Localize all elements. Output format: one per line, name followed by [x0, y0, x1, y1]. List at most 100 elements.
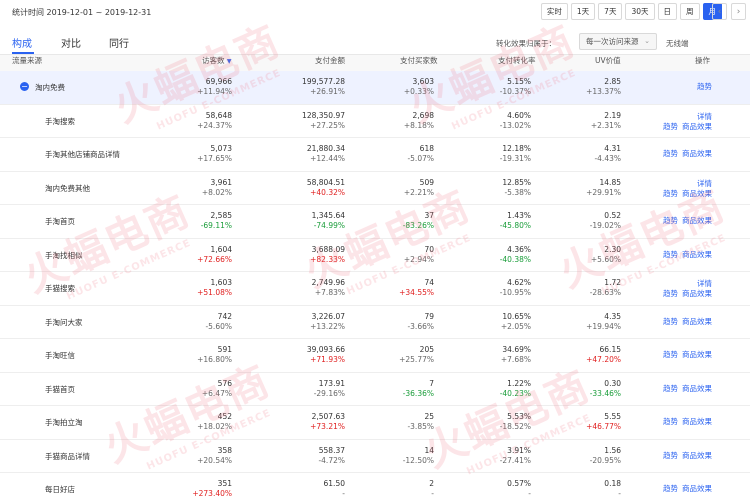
header-uv-value[interactable]: UV价值	[595, 55, 621, 66]
buyers-value: 205	[419, 345, 434, 354]
range-button-day[interactable]: 日	[657, 3, 677, 20]
product-effect-link[interactable]: 商品效果	[682, 484, 712, 494]
trend-link[interactable]: 趋势	[663, 350, 678, 360]
uv-value-cell: 2.30 +5.60%	[591, 245, 621, 265]
stat-time-label: 统计时间 2019-12-01 ~ 2019-12-31	[12, 8, 152, 17]
product-effect-link[interactable]: 商品效果	[682, 417, 712, 427]
amount-cell: 2,749.96 +7.83%	[312, 278, 345, 298]
amount-change: +7.83%	[314, 288, 345, 297]
trend-link[interactable]: 趋势	[663, 122, 678, 132]
source-name: 手猫搜索	[45, 284, 75, 293]
range-button-realtime[interactable]: 实时	[540, 3, 568, 20]
visitors-change: +16.80%	[197, 355, 232, 364]
conversion-change: -19.31%	[499, 154, 531, 163]
wireless-label[interactable]: 无线端	[666, 38, 689, 49]
trend-link[interactable]: 趋势	[663, 289, 678, 299]
conversion-value: 4.36%	[507, 244, 531, 254]
conversion-cell: 4.60% -13.02%	[500, 111, 531, 131]
tab-peers[interactable]: 同行	[109, 35, 129, 50]
table-row: 手猫首页 576 +6.47% 173.91 -29.16% 7 -36.36% 1.22% -…	[0, 373, 750, 406]
uv-value-cell: 2.19 +2.31%	[591, 111, 621, 131]
buyers-value: 618	[419, 144, 434, 153]
uv-value-change: -33.46%	[589, 388, 621, 398]
detail-link[interactable]: 详情	[697, 279, 712, 289]
range-button-30days[interactable]: 30天	[625, 3, 655, 20]
trend-link[interactable]: 趋势	[663, 216, 678, 226]
trend-link[interactable]: 趋势	[663, 417, 678, 427]
detail-link[interactable]: 详情	[697, 179, 712, 189]
visitors-value: 351	[217, 479, 232, 488]
product-effect-link[interactable]: 商品效果	[682, 216, 712, 226]
header-amount[interactable]: 支付金额	[315, 55, 345, 66]
chevron-down-icon: ⌄	[644, 37, 650, 45]
header-visitors[interactable]: 访客数 ▼	[202, 55, 232, 66]
amount-change: +26.91%	[310, 87, 345, 96]
product-effect-link[interactable]: 商品效果	[682, 189, 712, 199]
product-effect-link[interactable]: 商品效果	[682, 149, 712, 159]
range-button-week[interactable]: 周	[680, 3, 700, 20]
conversion-cell: 34.69% +7.68%	[501, 345, 531, 365]
amount-cell: 199,577.28 +26.91%	[302, 77, 345, 97]
range-button-1day[interactable]: 1天	[570, 3, 596, 20]
visitors-cell: 742 -5.60%	[205, 312, 232, 332]
uv-value-cell: 14.85 +29.91%	[586, 178, 621, 198]
chevron-left-icon[interactable]: ‹	[712, 3, 727, 20]
tab-bar: 构成 对比 同行 转化效果归属于： 每一次访问来源 ⌄ 无线端	[0, 30, 750, 54]
conversion-cell: 1.22% -40.23%	[500, 379, 531, 399]
header-buyers[interactable]: 支付买家数	[400, 55, 438, 66]
tab-composition[interactable]: 构成	[12, 35, 32, 50]
trend-link[interactable]: 趋势	[663, 250, 678, 260]
trend-link[interactable]: 趋势	[663, 384, 678, 394]
product-effect-link[interactable]: 商品效果	[682, 451, 712, 461]
table-row: 淘内免费其他 3,961 +8.02% 58,804.51 +40.32% 509 +2.2…	[0, 172, 750, 205]
conversion-value: 5.53%	[507, 412, 531, 421]
table-row: 手淘搜索 58,648 +24.37% 128,350.97 +27.25% 2,698 +…	[0, 105, 750, 138]
buyers-value: 74	[424, 278, 434, 287]
visitors-cell: 351 +273.40%	[192, 479, 232, 499]
row-actions: 详情趋势 商品效果	[652, 179, 712, 199]
product-effect-link[interactable]: 商品效果	[682, 122, 712, 132]
action-line: 趋势 商品效果	[659, 189, 712, 199]
trend-link[interactable]: 趋势	[663, 484, 678, 494]
product-effect-link[interactable]: 商品效果	[682, 350, 712, 360]
detail-link[interactable]: 详情	[697, 112, 712, 122]
row-actions: 趋势 商品效果	[652, 149, 712, 159]
buyers-change: -3.66%	[407, 321, 434, 331]
buyers-cell: 37 -83.26%	[403, 211, 434, 231]
header-conversion[interactable]: 支付转化率	[498, 55, 536, 66]
conversion-value: 5.15%	[507, 77, 531, 86]
trend-link[interactable]: 趋势	[663, 451, 678, 461]
action-line: 趋势 商品效果	[659, 149, 712, 159]
trend-link[interactable]: 趋势	[697, 82, 712, 92]
visitors-cell: 576 +6.47%	[202, 379, 232, 399]
buyers-cell: 79 -3.66%	[407, 312, 434, 332]
product-effect-link[interactable]: 商品效果	[682, 384, 712, 394]
product-effect-link[interactable]: 商品效果	[682, 289, 712, 299]
visitors-value: 452	[217, 412, 232, 421]
product-effect-link[interactable]: 商品效果	[682, 317, 712, 327]
top-bar: 统计时间 2019-12-01 ~ 2019-12-31 实时 1天 7天 30…	[0, 0, 750, 24]
amount-cell: 21,880.34 +12.44%	[307, 144, 345, 164]
visitors-value: 1,604	[210, 244, 232, 254]
attribution-select[interactable]: 每一次访问来源 ⌄	[579, 33, 657, 50]
conversion-cell: 4.62% -10.95%	[500, 278, 531, 298]
tab-compare[interactable]: 对比	[61, 35, 81, 50]
trend-link[interactable]: 趋势	[663, 149, 678, 159]
amount-cell: 3,226.07 +13.22%	[310, 312, 345, 332]
visitors-cell: 591 +16.80%	[197, 345, 232, 365]
trend-link[interactable]: 趋势	[663, 317, 678, 327]
trend-link[interactable]: 趋势	[663, 189, 678, 199]
chevron-right-icon[interactable]: ›	[731, 3, 746, 20]
collapse-icon[interactable]: −	[20, 82, 29, 91]
uv-value-cell: 0.30 -33.46%	[590, 379, 621, 399]
row-actions: 趋势	[652, 82, 712, 92]
conversion-value: 10.65%	[502, 311, 531, 321]
product-effect-link[interactable]: 商品效果	[682, 250, 712, 260]
buyers-value: 2,698	[412, 110, 434, 120]
amount-value: 3,688.09	[311, 244, 345, 254]
buyers-cell: 25 -3.85%	[407, 412, 434, 432]
amount-cell: 3,688.09 +82.33%	[310, 245, 345, 265]
source-name: 手淘首页	[45, 217, 75, 226]
range-button-7days[interactable]: 7天	[598, 3, 623, 20]
buyers-change: -3.85%	[407, 422, 434, 431]
